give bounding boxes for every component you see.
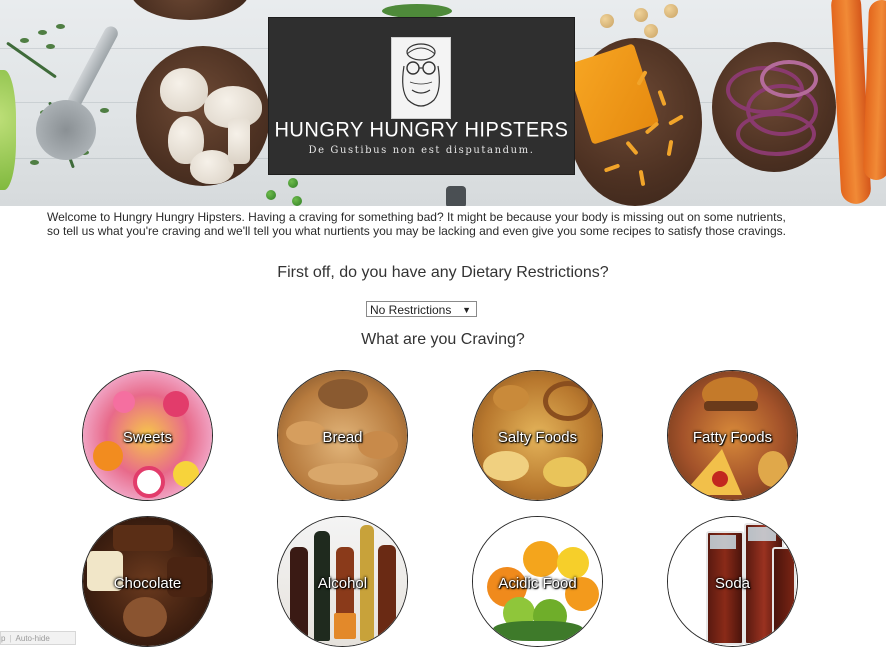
toolbar-left-text: p [1, 634, 6, 643]
intro-line-1: Welcome to Hungry Hungry Hipsters. Havin… [47, 210, 786, 224]
autohide-toolbar[interactable]: p | Auto-hide [0, 631, 76, 645]
craving-label: Salty Foods [497, 429, 578, 446]
craving-bread[interactable]: Bread [277, 370, 408, 501]
dietary-restrictions-select[interactable]: No Restrictions ▼ [366, 301, 477, 317]
craving-fatty-foods[interactable]: Fatty Foods [667, 370, 798, 501]
autohide-button[interactable]: Auto-hide [16, 634, 50, 643]
craving-label: Bread [322, 429, 363, 446]
hero-banner: HUNGRY HUNGRY HIPSTERS De Gustibus non e… [0, 0, 886, 206]
dropdown-arrow-icon: ▼ [462, 305, 471, 315]
intro-line-2: so tell us what you're craving and we'll… [47, 224, 786, 238]
craving-label: Soda [714, 575, 751, 592]
lettuce-image [0, 70, 16, 190]
craving-label: Acidic Food [498, 575, 577, 592]
dietary-select-value: No Restrictions [370, 303, 452, 317]
craving-question: What are you Craving? [361, 331, 525, 348]
hipster-logo-icon [391, 37, 451, 119]
dietary-question: First off, do you have any Dietary Restr… [277, 264, 609, 281]
craving-label: Fatty Foods [692, 429, 773, 446]
craving-salty-foods[interactable]: Salty Foods [472, 370, 603, 501]
logo-card[interactable]: HUNGRY HUNGRY HIPSTERS De Gustibus non e… [268, 17, 575, 175]
site-tagline: De Gustibus non est disputandum. [308, 145, 535, 156]
site-title: HUNGRY HUNGRY HIPSTERS [274, 118, 569, 142]
craving-alcohol[interactable]: Alcohol [277, 516, 408, 647]
craving-acidic-food[interactable]: Acidic Food [472, 516, 603, 647]
intro-text: Welcome to Hungry Hungry Hipsters. Havin… [47, 210, 837, 238]
craving-label: Alcohol [317, 575, 368, 592]
craving-label: Chocolate [113, 575, 182, 592]
spoon-image [65, 23, 121, 111]
craving-chocolate[interactable]: Chocolate [82, 516, 213, 647]
craving-soda[interactable]: Soda [667, 516, 798, 647]
craving-sweets[interactable]: Sweets [82, 370, 213, 501]
craving-label: Sweets [122, 429, 173, 446]
